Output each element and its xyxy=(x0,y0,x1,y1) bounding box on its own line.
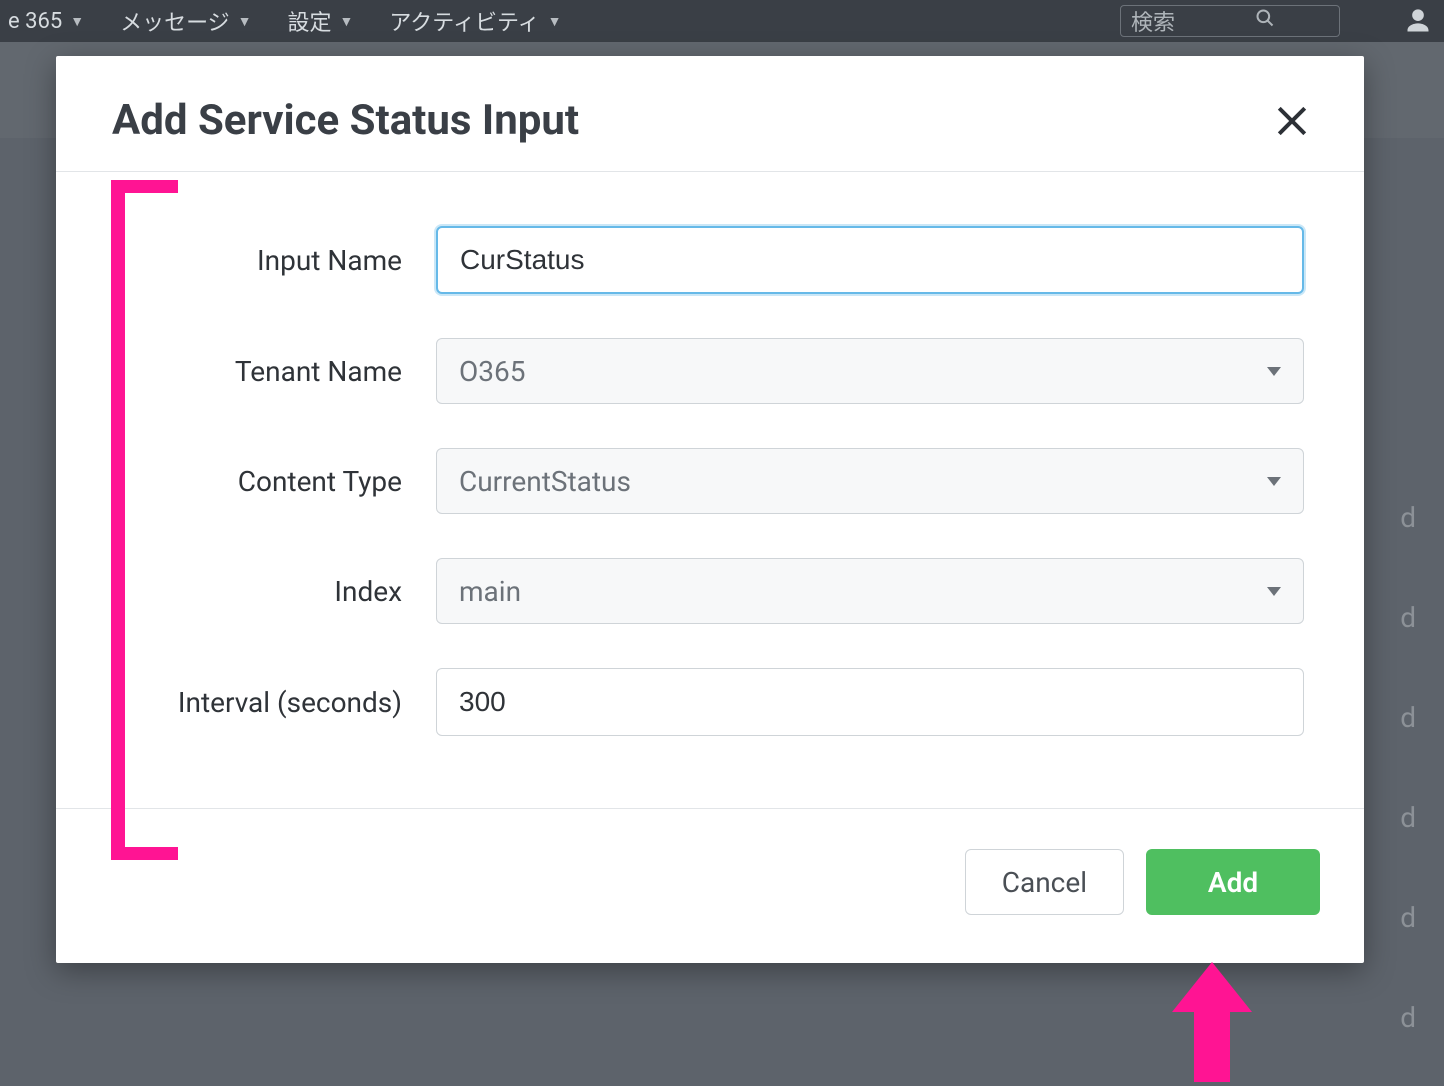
modal-header: Add Service Status Input xyxy=(56,56,1364,171)
nav-item-label: アクティビティ xyxy=(389,5,539,37)
nav-item-label: 設定 xyxy=(288,5,332,37)
add-service-status-modal: Add Service Status Input Input Name Tena… xyxy=(56,56,1364,963)
content-type-select[interactable]: CurrentStatus xyxy=(436,448,1304,514)
nav-item-label: メッセージ xyxy=(120,5,230,37)
search-input-wrap[interactable]: 検索 xyxy=(1120,5,1340,37)
field-row-tenant-name: Tenant Name O365 xyxy=(116,338,1304,404)
annotation-arrow xyxy=(1172,962,1252,1082)
field-label: Index xyxy=(116,575,436,608)
bg-row: d xyxy=(1400,868,1416,968)
field-row-index: Index main xyxy=(116,558,1304,624)
select-value: O365 xyxy=(459,355,525,388)
field-row-input-name: Input Name xyxy=(116,226,1304,294)
chevron-down-icon xyxy=(1267,367,1281,376)
field-row-interval: Interval (seconds) xyxy=(116,668,1304,736)
bg-row: d xyxy=(1400,768,1416,868)
chevron-down-icon xyxy=(1267,587,1281,596)
chevron-down-icon: ▼ xyxy=(548,13,562,30)
select-value: CurrentStatus xyxy=(459,465,631,498)
background-list: d d d d d d xyxy=(1400,468,1416,1068)
modal-title: Add Service Status Input xyxy=(112,96,579,145)
button-label: Cancel xyxy=(1002,866,1087,899)
field-label: Content Type xyxy=(116,465,436,498)
chevron-down-icon: ▼ xyxy=(340,13,354,30)
cancel-button[interactable]: Cancel xyxy=(965,849,1124,915)
field-row-content-type: Content Type CurrentStatus xyxy=(116,448,1304,514)
search-placeholder: 検索 xyxy=(1131,5,1175,37)
bg-row: d xyxy=(1400,468,1416,568)
user-icon[interactable] xyxy=(1404,7,1432,35)
modal-body: Input Name Tenant Name O365 Content Type… xyxy=(56,172,1364,808)
field-label: Input Name xyxy=(116,244,436,277)
field-label: Interval (seconds) xyxy=(116,686,436,719)
interval-field[interactable] xyxy=(436,668,1304,736)
close-icon[interactable] xyxy=(1276,105,1308,137)
chevron-down-icon: ▼ xyxy=(70,13,84,30)
modal-footer: Cancel Add xyxy=(56,809,1364,963)
button-label: Add xyxy=(1208,866,1258,899)
tenant-name-select[interactable]: O365 xyxy=(436,338,1304,404)
select-value: main xyxy=(459,575,521,608)
bg-row: d xyxy=(1400,668,1416,768)
bg-row: d xyxy=(1400,968,1416,1068)
nav-item-activity[interactable]: アクティビティ ▼ xyxy=(389,5,561,37)
index-select[interactable]: main xyxy=(436,558,1304,624)
nav-item-messages[interactable]: メッセージ ▼ xyxy=(120,5,251,37)
chevron-down-icon: ▼ xyxy=(238,13,252,30)
nav-item-app[interactable]: e 365 ▼ xyxy=(8,9,84,34)
top-nav: e 365 ▼ メッセージ ▼ 設定 ▼ アクティビティ ▼ 検索 xyxy=(0,0,1444,42)
field-label: Tenant Name xyxy=(116,355,436,388)
nav-item-settings[interactable]: 設定 ▼ xyxy=(288,5,354,37)
input-name-field[interactable] xyxy=(436,226,1304,294)
nav-item-label: e 365 xyxy=(8,9,62,34)
bg-row: d xyxy=(1400,568,1416,668)
add-button[interactable]: Add xyxy=(1146,849,1320,915)
search-icon xyxy=(1255,8,1275,34)
chevron-down-icon xyxy=(1267,477,1281,486)
